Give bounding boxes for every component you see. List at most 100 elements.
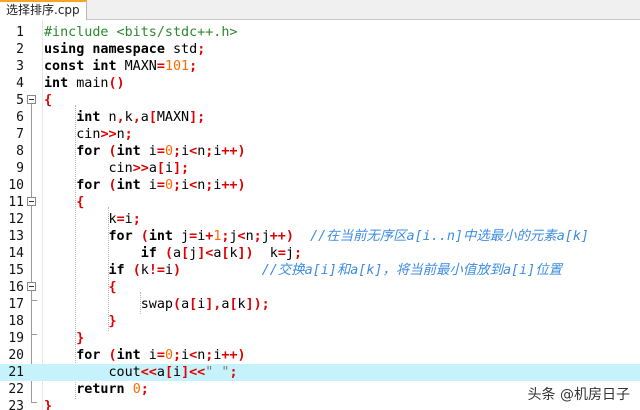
code-text: #include <bits/stdc++.h> <box>44 24 237 41</box>
code-token: //交换a[i]和a[k]，将当前最小值放到a[i]位置 <box>261 263 563 278</box>
code-line[interactable]: 5{ <box>0 92 640 109</box>
code-line[interactable]: 15 if (k!=i) //交换a[i]和a[k]，将当前最小值放到a[i]位… <box>0 262 640 279</box>
code-editor[interactable]: 1 #include <bits/stdc++.h> 2 using namespac… <box>0 20 640 410</box>
code-token: ( <box>108 348 117 363</box>
code-token: int <box>44 76 69 91</box>
watermark: 头条 @机房日子 <box>527 387 630 403</box>
code-text: return 0; <box>44 381 149 398</box>
code-token: 101 <box>164 59 190 74</box>
code-text: k=i; <box>44 211 141 228</box>
code-line[interactable]: 4 int main() <box>0 75 640 92</box>
code-line[interactable]: 3 const int MAXN=101; <box>0 58 640 75</box>
tab-file[interactable]: 选择排序.cpp <box>0 0 87 20</box>
code-token: 0 <box>132 382 141 397</box>
code-token: MAXN <box>156 110 190 125</box>
code-token: [ <box>181 246 190 261</box>
code-token: k <box>140 263 149 278</box>
code-token: using <box>44 42 85 57</box>
code-line[interactable]: 12 k=i; <box>0 211 640 228</box>
code-token: j <box>285 246 294 261</box>
code-text: if (a[j]<a[k]) k=j; <box>44 245 302 262</box>
code-token: MAXN <box>116 59 157 74</box>
fold-toggle-icon[interactable] <box>27 282 36 291</box>
fold-toggle-icon[interactable] <box>27 197 36 206</box>
code-token: ]) <box>237 246 254 261</box>
code-text: } <box>44 330 84 347</box>
code-token: j <box>173 229 190 244</box>
code-token: n <box>245 229 254 244</box>
code-text: { <box>44 92 52 109</box>
code-token: [ <box>229 297 238 312</box>
code-token: std <box>164 42 198 57</box>
code-token: for <box>76 178 101 193</box>
line-number: 4 <box>16 76 24 91</box>
code-token: a <box>140 110 149 125</box>
code-token: 0 <box>164 348 173 363</box>
code-token: >> <box>100 127 117 142</box>
code-token: ; <box>173 348 182 363</box>
code-token: k <box>44 212 117 227</box>
code-token: for <box>76 144 101 159</box>
code-line[interactable]: 14 if (a[j]<a[k]) k=j; <box>0 245 640 262</box>
code-line[interactable]: 19 } <box>0 330 640 347</box>
code-token: , <box>116 110 125 125</box>
code-token: < <box>189 178 198 193</box>
code-text: cout<<a[i]<<" "; <box>44 364 237 381</box>
code-token: = <box>156 144 165 159</box>
line-number: 18 <box>8 314 24 329</box>
code-token: //在当前无序区a[i..n]中选最小的元素a[k] <box>310 229 589 244</box>
code-token: for <box>76 348 101 363</box>
code-line[interactable]: 18 } <box>0 313 640 330</box>
line-number: 10 <box>8 178 24 193</box>
code-token: = <box>277 246 286 261</box>
code-text: using namespace std; <box>44 41 205 58</box>
code-line[interactable]: 13 for (int j=i+1;j<n;j++) //在当前无序区a[i..… <box>0 228 640 245</box>
code-line[interactable]: 8 for (int i=0;i<n;i++) <box>0 143 640 160</box>
code-token: ; <box>132 212 141 227</box>
code-token: return <box>76 382 125 397</box>
code-line[interactable]: 9 cin>>a[i]; <box>0 160 640 177</box>
code-line[interactable]: 1 #include <bits/stdc++.h> <box>0 24 640 41</box>
code-line[interactable]: 11 { <box>0 194 640 211</box>
line-number: 19 <box>8 331 24 346</box>
code-token: ; <box>173 178 182 193</box>
code-line[interactable]: 21 cout<<a[i]<<" "; <box>0 364 640 381</box>
code-line[interactable]: 17 swap(a[i],a[k]); <box>0 296 640 313</box>
code-token: [ <box>164 365 173 380</box>
code-token: ; <box>140 382 149 397</box>
code-text: cin>>a[i]; <box>44 160 189 177</box>
fold-toggle-icon[interactable] <box>27 95 36 104</box>
line-number: 6 <box>16 110 24 125</box>
line-number: 21 <box>8 365 24 380</box>
code-token: >> <box>132 161 149 176</box>
code-token: ( <box>108 178 117 193</box>
code-line[interactable]: 2 using namespace std; <box>0 41 640 58</box>
line-number: 1 <box>16 25 24 40</box>
code-text: for (int i=0;i<n;i++) <box>44 177 245 194</box>
code-token: ; <box>293 246 302 261</box>
code-token: k <box>237 297 246 312</box>
code-token: i <box>140 144 157 159</box>
code-token: ++) <box>221 144 246 159</box>
code-token: cin <box>44 161 133 176</box>
code-token: < <box>189 348 198 363</box>
code-token: { <box>76 195 85 210</box>
code-line[interactable]: 7 cin>>n; <box>0 126 640 143</box>
code-token: #include <bits/stdc++.h> <box>44 25 238 40</box>
code-line[interactable]: 16 { <box>0 279 640 296</box>
code-line[interactable]: 10 for (int i=0;i<n;i++) <box>0 177 640 194</box>
code-token: ( <box>132 263 141 278</box>
code-line[interactable]: 20 for (int i=0;i<n;i++) <box>0 347 640 364</box>
code-line[interactable]: 6 int n,k,a[MAXN]; <box>0 109 640 126</box>
line-number: 11 <box>8 195 24 210</box>
code-token: { <box>108 280 117 295</box>
code-token: i <box>181 144 190 159</box>
line-number: 16 <box>8 280 24 295</box>
code-text: } <box>44 313 117 330</box>
